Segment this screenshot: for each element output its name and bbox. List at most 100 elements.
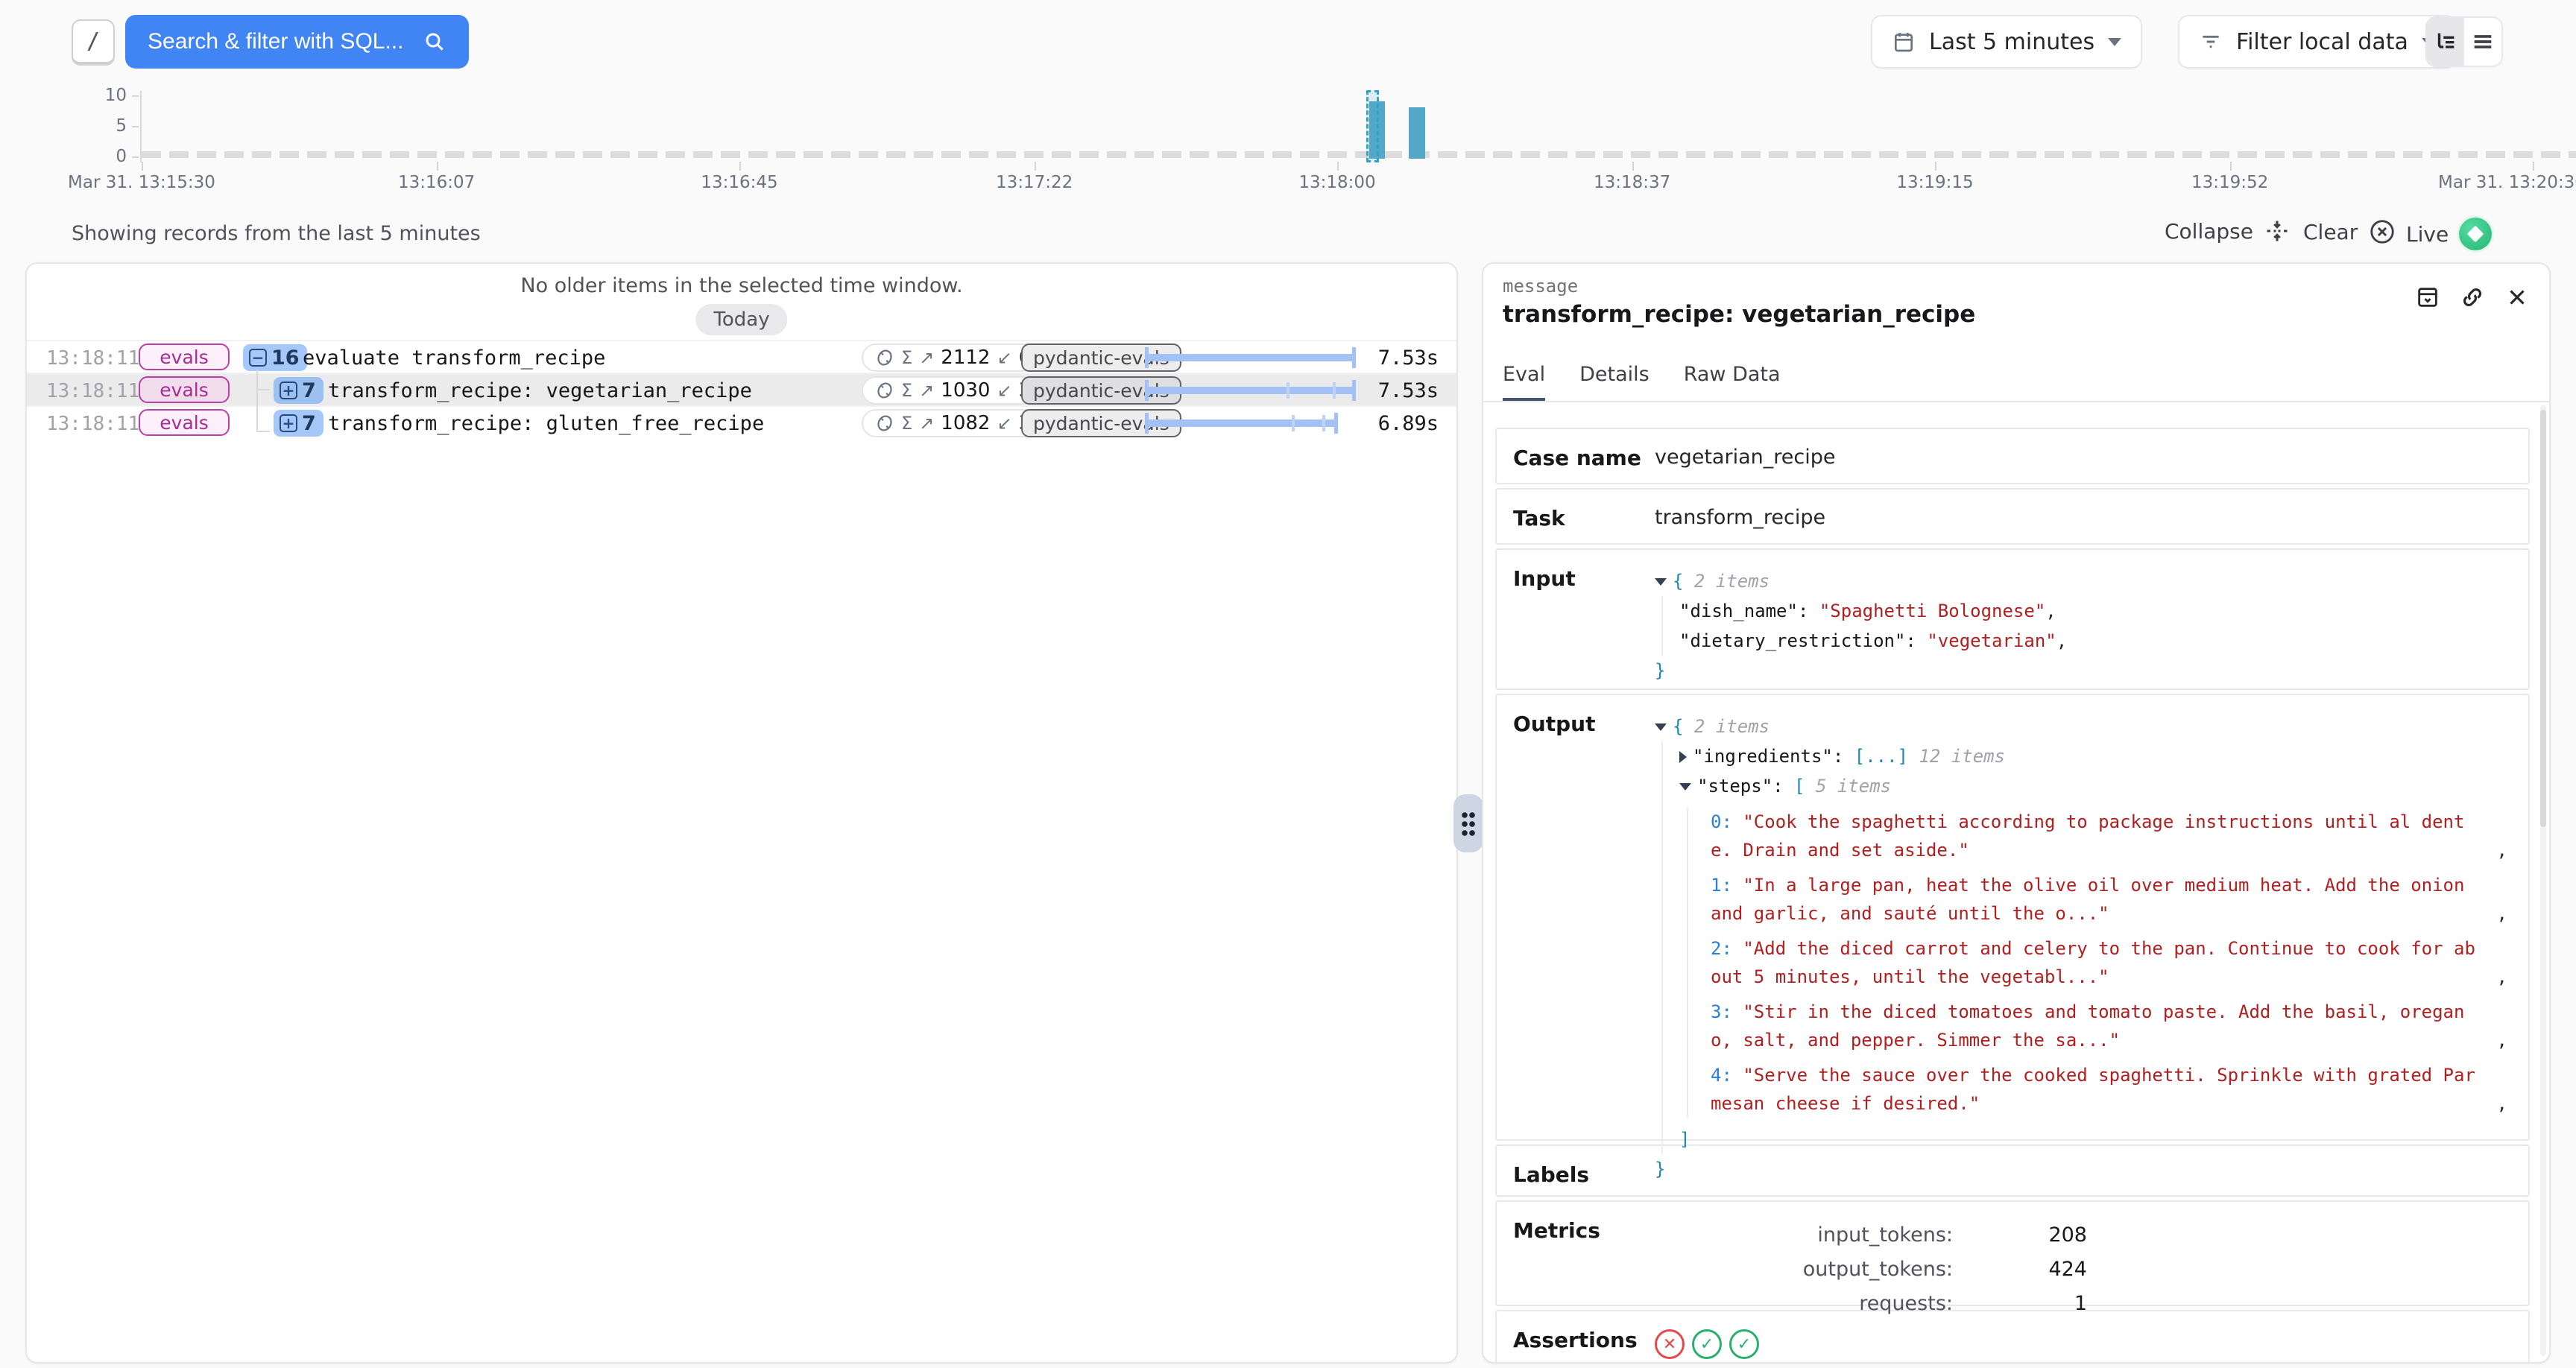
trace-row-vegetarian-recipe[interactable]: 13:18:11 evals 7 transform_recipe: veget… <box>27 373 1456 405</box>
task-row: Task transform_recipe <box>1495 488 2530 545</box>
tree-connector-elbow <box>256 389 270 390</box>
input-tokens-arrow-icon: ↗ <box>919 347 934 368</box>
tree-view-button[interactable] <box>2427 18 2464 66</box>
coin-icon <box>875 381 894 400</box>
duration-bar <box>1145 411 1361 435</box>
tab-details[interactable]: Details <box>1579 352 1650 401</box>
duration-bar <box>1145 346 1361 370</box>
coin-icon <box>875 414 894 433</box>
chevron-down-icon[interactable] <box>1679 783 1691 791</box>
chevron-down-icon[interactable] <box>1655 578 1667 586</box>
x-axis-tick <box>1632 162 1634 171</box>
time-range-dropdown[interactable]: Last 5 minutes <box>1871 15 2142 69</box>
evals-tag-badge: evals <box>139 409 230 436</box>
grip-dots-icon <box>1461 811 1476 836</box>
assertion-fail-icon[interactable] <box>1655 1329 1685 1359</box>
x-axis-tick <box>739 162 741 171</box>
row-timestamp: 13:18:11 <box>46 347 139 370</box>
search-button[interactable]: Search & filter with SQL... <box>125 15 469 69</box>
trace-row-gluten-free-recipe[interactable]: 13:18:11 evals 7 transform_recipe: glute… <box>27 405 1456 438</box>
filter-icon <box>2199 30 2223 54</box>
histogram-selection-band[interactable] <box>1366 90 1379 162</box>
x-axis-tick <box>2230 162 2232 171</box>
trace-list-panel: No older items in the selected time wind… <box>25 262 1458 1364</box>
assertion-pass-icon[interactable] <box>1692 1329 1722 1359</box>
assertions-label: Assertions <box>1513 1326 1655 1361</box>
evals-tag-badge: evals <box>139 376 230 403</box>
tab-raw-data[interactable]: Raw Data <box>1684 352 1781 401</box>
trace-rows: 13:18:11 evals 16 evaluate transform_rec… <box>27 340 1456 438</box>
task-label: Task <box>1513 504 1655 528</box>
json-value: "Serve the sauce over the cooked spaghet… <box>1711 1065 2475 1114</box>
span-name: transform_recipe: gluten_free_recipe <box>328 412 764 435</box>
list-view-button[interactable] <box>2464 18 2501 66</box>
collapse-label: Collapse <box>2165 219 2253 244</box>
evals-tag-badge: evals <box>139 343 230 370</box>
json-value: "vegetarian" <box>1927 630 2056 651</box>
collapse-children-badge[interactable]: 16 <box>243 344 307 371</box>
live-toggle[interactable]: Live <box>2406 218 2492 250</box>
case-name-label: Case name <box>1513 444 1655 468</box>
y-axis-tick <box>132 126 139 127</box>
tab-eval[interactable]: Eval <box>1503 352 1545 401</box>
input-tokens-count: 2112 <box>941 346 990 369</box>
json-value: "Stir in the diced tomatoes and tomato p… <box>1711 1001 2464 1051</box>
filter-label: Filter local data <box>2236 29 2408 55</box>
items-count: 5 items <box>1816 776 1891 797</box>
expand-children-badge[interactable]: 7 <box>274 410 323 437</box>
live-indicator-icon <box>2459 218 2492 250</box>
slash-shortcut-keycap: / <box>72 19 115 66</box>
x-axis-tick-label: Mar 31. 13:20:30 <box>2438 173 2576 192</box>
histogram-baseline <box>142 151 2576 158</box>
assertion-pass-icon[interactable] <box>1729 1329 1759 1359</box>
histogram-bar[interactable] <box>1409 107 1424 159</box>
calendar-icon <box>1892 30 1916 54</box>
chevron-down-icon[interactable] <box>1655 723 1667 731</box>
time-range-label: Last 5 minutes <box>1929 29 2094 55</box>
span-name: evaluate transform_recipe <box>303 346 605 370</box>
chevron-right-icon[interactable] <box>1679 751 1687 763</box>
expand-children-badge[interactable]: 7 <box>274 377 323 404</box>
sigma-icon: Σ <box>901 347 912 368</box>
clear-label: Clear <box>2303 220 2358 244</box>
duration-text: 7.53s <box>1378 346 1439 370</box>
trace-row-evaluate-transform-recipe[interactable]: 13:18:11 evals 16 evaluate transform_rec… <box>27 340 1456 373</box>
copy-link-icon[interactable] <box>2460 285 2485 310</box>
x-axis-tick-label: 13:18:00 <box>1298 173 1375 192</box>
records-histogram[interactable]: 1050Mar 31. 13:15:3013:16:0713:16:4513:1… <box>0 88 2576 201</box>
chevron-down-icon <box>2108 38 2121 46</box>
duration-text: 6.89s <box>1378 412 1439 435</box>
x-axis-tick-label: Mar 31. 13:15:30 <box>68 173 215 192</box>
y-axis-tick-label: 10 <box>82 86 127 105</box>
child-count: 7 <box>302 412 316 435</box>
json-key: "dietary_restriction": <box>1679 630 1916 651</box>
today-pill[interactable]: Today <box>695 304 787 335</box>
filter-local-data-dropdown[interactable]: Filter local data <box>2178 15 2456 69</box>
row-timestamp: 13:18:11 <box>46 380 139 402</box>
panel-resize-handle[interactable] <box>1453 794 1483 852</box>
collapse-button[interactable]: Collapse <box>2165 218 2291 244</box>
x-axis-tick <box>437 162 438 171</box>
child-count: 7 <box>302 379 316 402</box>
y-axis-tick <box>132 95 139 97</box>
clear-button[interactable]: Clear <box>2303 218 2396 246</box>
input-tokens-arrow-icon: ↗ <box>919 380 934 401</box>
eval-table: Case name vegetarian_recipe Task transfo… <box>1495 428 2530 1364</box>
search-button-label: Search & filter with SQL... <box>148 29 403 54</box>
close-icon[interactable] <box>2504 285 2530 310</box>
tree-connector-elbow <box>256 431 270 432</box>
tree-connector-vertical <box>256 370 258 432</box>
input-tokens-arrow-icon: ↗ <box>919 413 934 434</box>
collapse-icon <box>2264 218 2291 244</box>
output-json-tree: { 2 items "ingredients": [...] 12 items … <box>1655 710 2512 1124</box>
json-key: "ingredients": <box>1693 746 1843 767</box>
x-axis-tick-label: 13:19:15 <box>1896 173 1973 192</box>
dock-panel-icon[interactable] <box>2415 285 2440 310</box>
detail-scrollbar[interactable] <box>2540 405 2546 1356</box>
sigma-icon: Σ <box>901 380 912 401</box>
input-row: Input { 2 items "dish_name": "Spaghetti … <box>1495 548 2530 690</box>
row-timestamp: 13:18:11 <box>46 413 139 435</box>
tree-view-icon <box>2433 29 2458 54</box>
assertions-icons <box>1655 1326 2512 1361</box>
scrollbar-thumb[interactable] <box>2540 410 2546 827</box>
